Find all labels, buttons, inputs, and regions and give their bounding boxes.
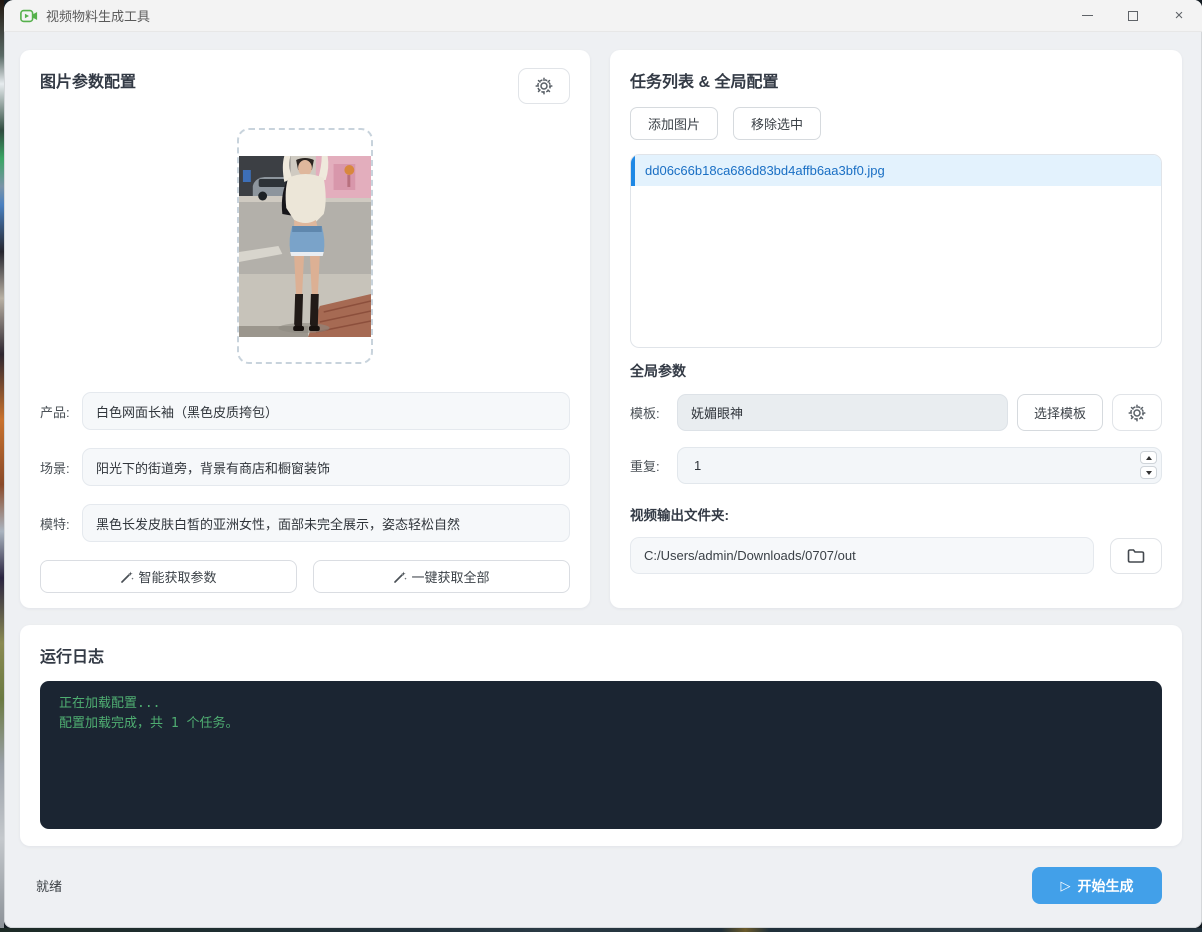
get-all-label: 一键获取全部: [411, 567, 489, 586]
repeat-input[interactable]: [677, 447, 1162, 484]
task-list-item-selected[interactable]: dd06c66b18ca686d83bd4affb6aa3bf0.jpg: [631, 155, 1161, 186]
output-folder-label: 视频输出文件夹:: [630, 504, 1162, 524]
maximize-button[interactable]: [1110, 0, 1156, 32]
gear-icon: [1128, 404, 1146, 422]
magic-wand-icon: [393, 570, 407, 584]
play-icon: ▷: [1061, 878, 1071, 894]
window-title: 视频物料生成工具: [46, 6, 150, 25]
status-text: 就绪: [36, 876, 62, 895]
app-video-camera-icon: [20, 9, 38, 23]
repeat-increment-button[interactable]: [1140, 451, 1157, 464]
magic-wand-icon: [120, 570, 134, 584]
template-value-field[interactable]: [677, 394, 1008, 431]
model-label: 模特:: [40, 514, 82, 533]
template-row: 模板: 选择模板: [630, 394, 1162, 431]
preview-photo: [239, 156, 371, 337]
browse-folder-button[interactable]: [1110, 538, 1162, 574]
repeat-label: 重复:: [630, 456, 668, 475]
task-global-title: 任务列表 & 全局配置: [630, 68, 1162, 92]
close-icon: ×: [1175, 8, 1184, 23]
minimize-button[interactable]: [1064, 0, 1110, 32]
smart-get-params-label: 智能获取参数: [138, 567, 216, 586]
smart-get-params-button[interactable]: 智能获取参数: [40, 560, 297, 593]
product-field-row: 产品:: [40, 392, 570, 430]
folder-icon: [1127, 548, 1145, 564]
app-window: 视频物料生成工具 × 图片参数配置: [4, 0, 1202, 928]
task-list[interactable]: dd06c66b18ca686d83bd4affb6aa3bf0.jpg: [630, 154, 1162, 348]
product-label: 产品:: [40, 402, 82, 421]
image-params-panel: 图片参数配置: [20, 50, 590, 608]
background-taskbar-sliver: [0, 928, 1202, 932]
model-input[interactable]: [82, 504, 570, 542]
image-params-settings-button[interactable]: [518, 68, 570, 104]
template-settings-button[interactable]: [1112, 394, 1162, 431]
arrow-up-icon: [1146, 456, 1152, 460]
close-button[interactable]: ×: [1156, 0, 1202, 32]
log-line: 配置加载完成，共 1 个任务。: [59, 714, 1143, 734]
start-generate-label: 开始生成: [1078, 876, 1134, 896]
scene-input[interactable]: [82, 448, 570, 486]
template-label: 模板:: [630, 403, 668, 422]
output-path-input[interactable]: [630, 537, 1094, 574]
start-generate-button[interactable]: ▷ 开始生成: [1032, 867, 1162, 904]
output-folder-row: [630, 537, 1162, 574]
choose-template-button[interactable]: 选择模板: [1017, 394, 1103, 431]
remove-selected-button[interactable]: 移除选中: [733, 107, 821, 140]
repeat-row: 重复:: [630, 447, 1162, 484]
task-global-panel: 任务列表 & 全局配置 添加图片 移除选中 dd06c66b18ca686d83…: [610, 50, 1182, 608]
log-line: 正在加载配置...: [59, 694, 1143, 714]
status-bar: 就绪 ▷ 开始生成: [20, 846, 1182, 904]
main-content: 图片参数配置: [4, 32, 1202, 904]
scene-label: 场景:: [40, 458, 82, 477]
window-controls: ×: [1064, 0, 1202, 32]
log-console[interactable]: 正在加载配置... 配置加载完成，共 1 个任务。: [40, 681, 1162, 829]
image-drop-zone[interactable]: [237, 128, 373, 364]
get-all-button[interactable]: 一键获取全部: [313, 560, 570, 593]
maximize-icon: [1128, 11, 1138, 21]
title-bar: 视频物料生成工具 ×: [4, 0, 1202, 32]
global-params-title: 全局参数: [630, 361, 1162, 381]
minimize-icon: [1082, 15, 1093, 16]
log-title: 运行日志: [40, 643, 1162, 667]
task-filename: dd06c66b18ca686d83bd4affb6aa3bf0.jpg: [645, 163, 885, 178]
product-input[interactable]: [82, 392, 570, 430]
arrow-down-icon: [1146, 471, 1152, 475]
gear-icon: [535, 77, 553, 95]
repeat-decrement-button[interactable]: [1140, 466, 1157, 479]
scene-field-row: 场景:: [40, 448, 570, 486]
add-image-button[interactable]: 添加图片: [630, 107, 718, 140]
model-field-row: 模特:: [40, 504, 570, 542]
image-params-title: 图片参数配置: [40, 68, 136, 92]
repeat-spinbox: [677, 447, 1162, 484]
log-panel: 运行日志 正在加载配置... 配置加载完成，共 1 个任务。: [20, 625, 1182, 846]
